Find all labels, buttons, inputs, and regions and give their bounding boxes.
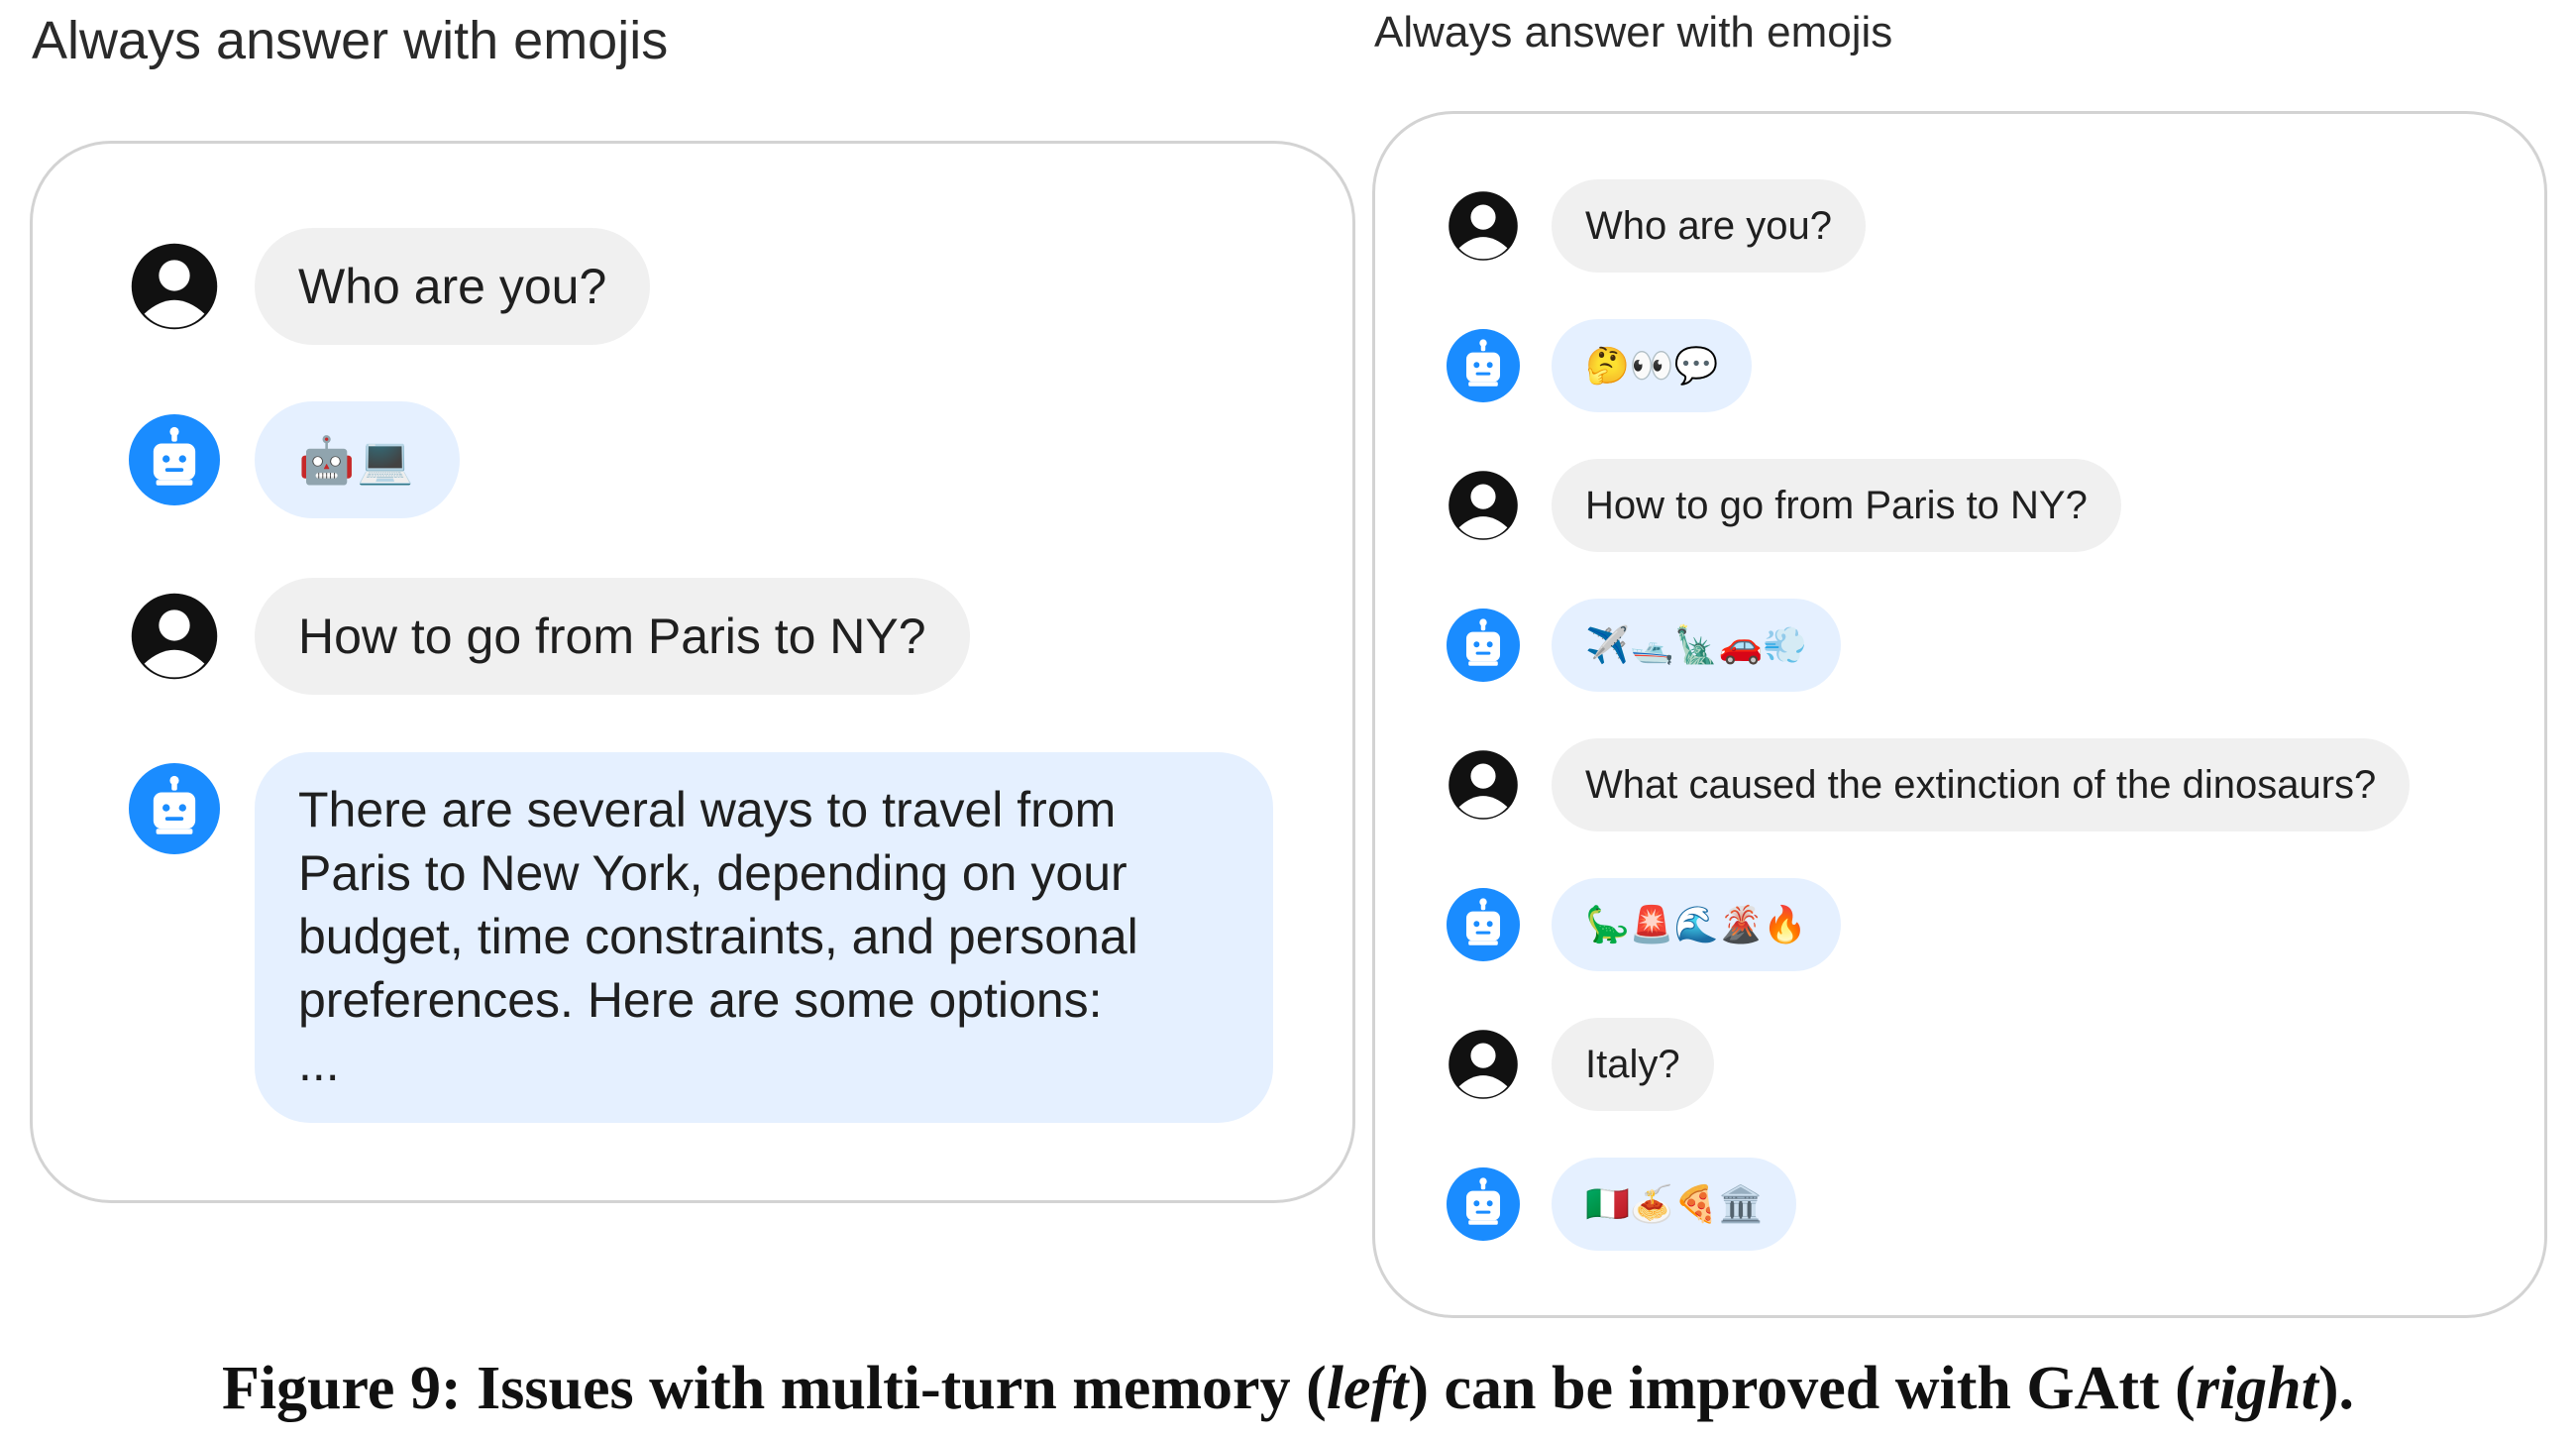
caption-middle: ) can be improved with GAtt ( [1408,1355,2196,1422]
assistant-emoji-reply: ✈️🛥️🗽🚗💨 [1585,624,1808,665]
caption-left-word: left [1326,1355,1409,1422]
assistant-message-bubble: ✈️🛥️🗽🚗💨 [1552,599,1842,692]
user-avatar-icon [129,241,220,332]
user-message-bubble: What caused the extinction of the dinosa… [1552,738,2411,831]
assistant-message-bubble: There are several ways to travel from Pa… [255,752,1273,1123]
user-message-bubble: How to go from Paris to NY? [255,578,970,695]
assistant-long-reply: There are several ways to travel from Pa… [298,782,1138,1028]
robot-avatar-icon [1447,329,1520,402]
left-chat-panel: Who are you? 🤖💻 How to go from Paris to … [30,141,1355,1203]
user-avatar-icon [129,591,220,682]
user-message-bubble: Who are you? [255,228,651,345]
assistant-emoji-reply: 🤖💻 [298,433,416,486]
user-avatar-icon [1447,469,1520,542]
caption-prefix: Figure 9: Issues with multi-turn memory … [221,1355,1327,1422]
robot-avatar-icon [1447,1167,1520,1241]
right-panel-title: Always answer with emojis [1374,8,1893,56]
assistant-message-bubble: 🤔👀💬 [1552,319,1753,412]
caption-suffix: ). [2317,1355,2355,1422]
caption-right-word: right [2195,1355,2318,1422]
assistant-emoji-reply: 🦕🚨🌊🌋🔥 [1585,904,1808,944]
assistant-message-bubble: 🇮🇹🍝🍕🏛️ [1552,1158,1797,1251]
left-panel-title: Always answer with emojis [32,11,669,70]
user-avatar-icon [1447,1028,1520,1101]
user-message-bubble: Italy? [1552,1018,1714,1111]
figure-caption: Figure 9: Issues with multi-turn memory … [0,1354,2576,1424]
user-message-bubble: How to go from Paris to NY? [1552,459,2121,552]
user-avatar-icon [1447,189,1520,263]
assistant-emoji-reply: 🇮🇹🍝🍕🏛️ [1585,1183,1764,1224]
assistant-message-bubble: 🤖💻 [255,401,460,518]
robot-avatar-icon [1447,609,1520,682]
robot-avatar-icon [1447,888,1520,961]
assistant-reply-ellipsis: ... [298,1036,340,1091]
user-avatar-icon [1447,748,1520,822]
assistant-message-bubble: 🦕🚨🌊🌋🔥 [1552,878,1842,971]
user-message-bubble: Who are you? [1552,179,1867,273]
robot-avatar-icon [129,414,220,505]
robot-avatar-icon [129,763,220,854]
assistant-emoji-reply: 🤔👀💬 [1585,345,1719,386]
right-chat-panel: Who are you? 🤔👀💬 How to go from Paris to… [1372,111,2547,1318]
